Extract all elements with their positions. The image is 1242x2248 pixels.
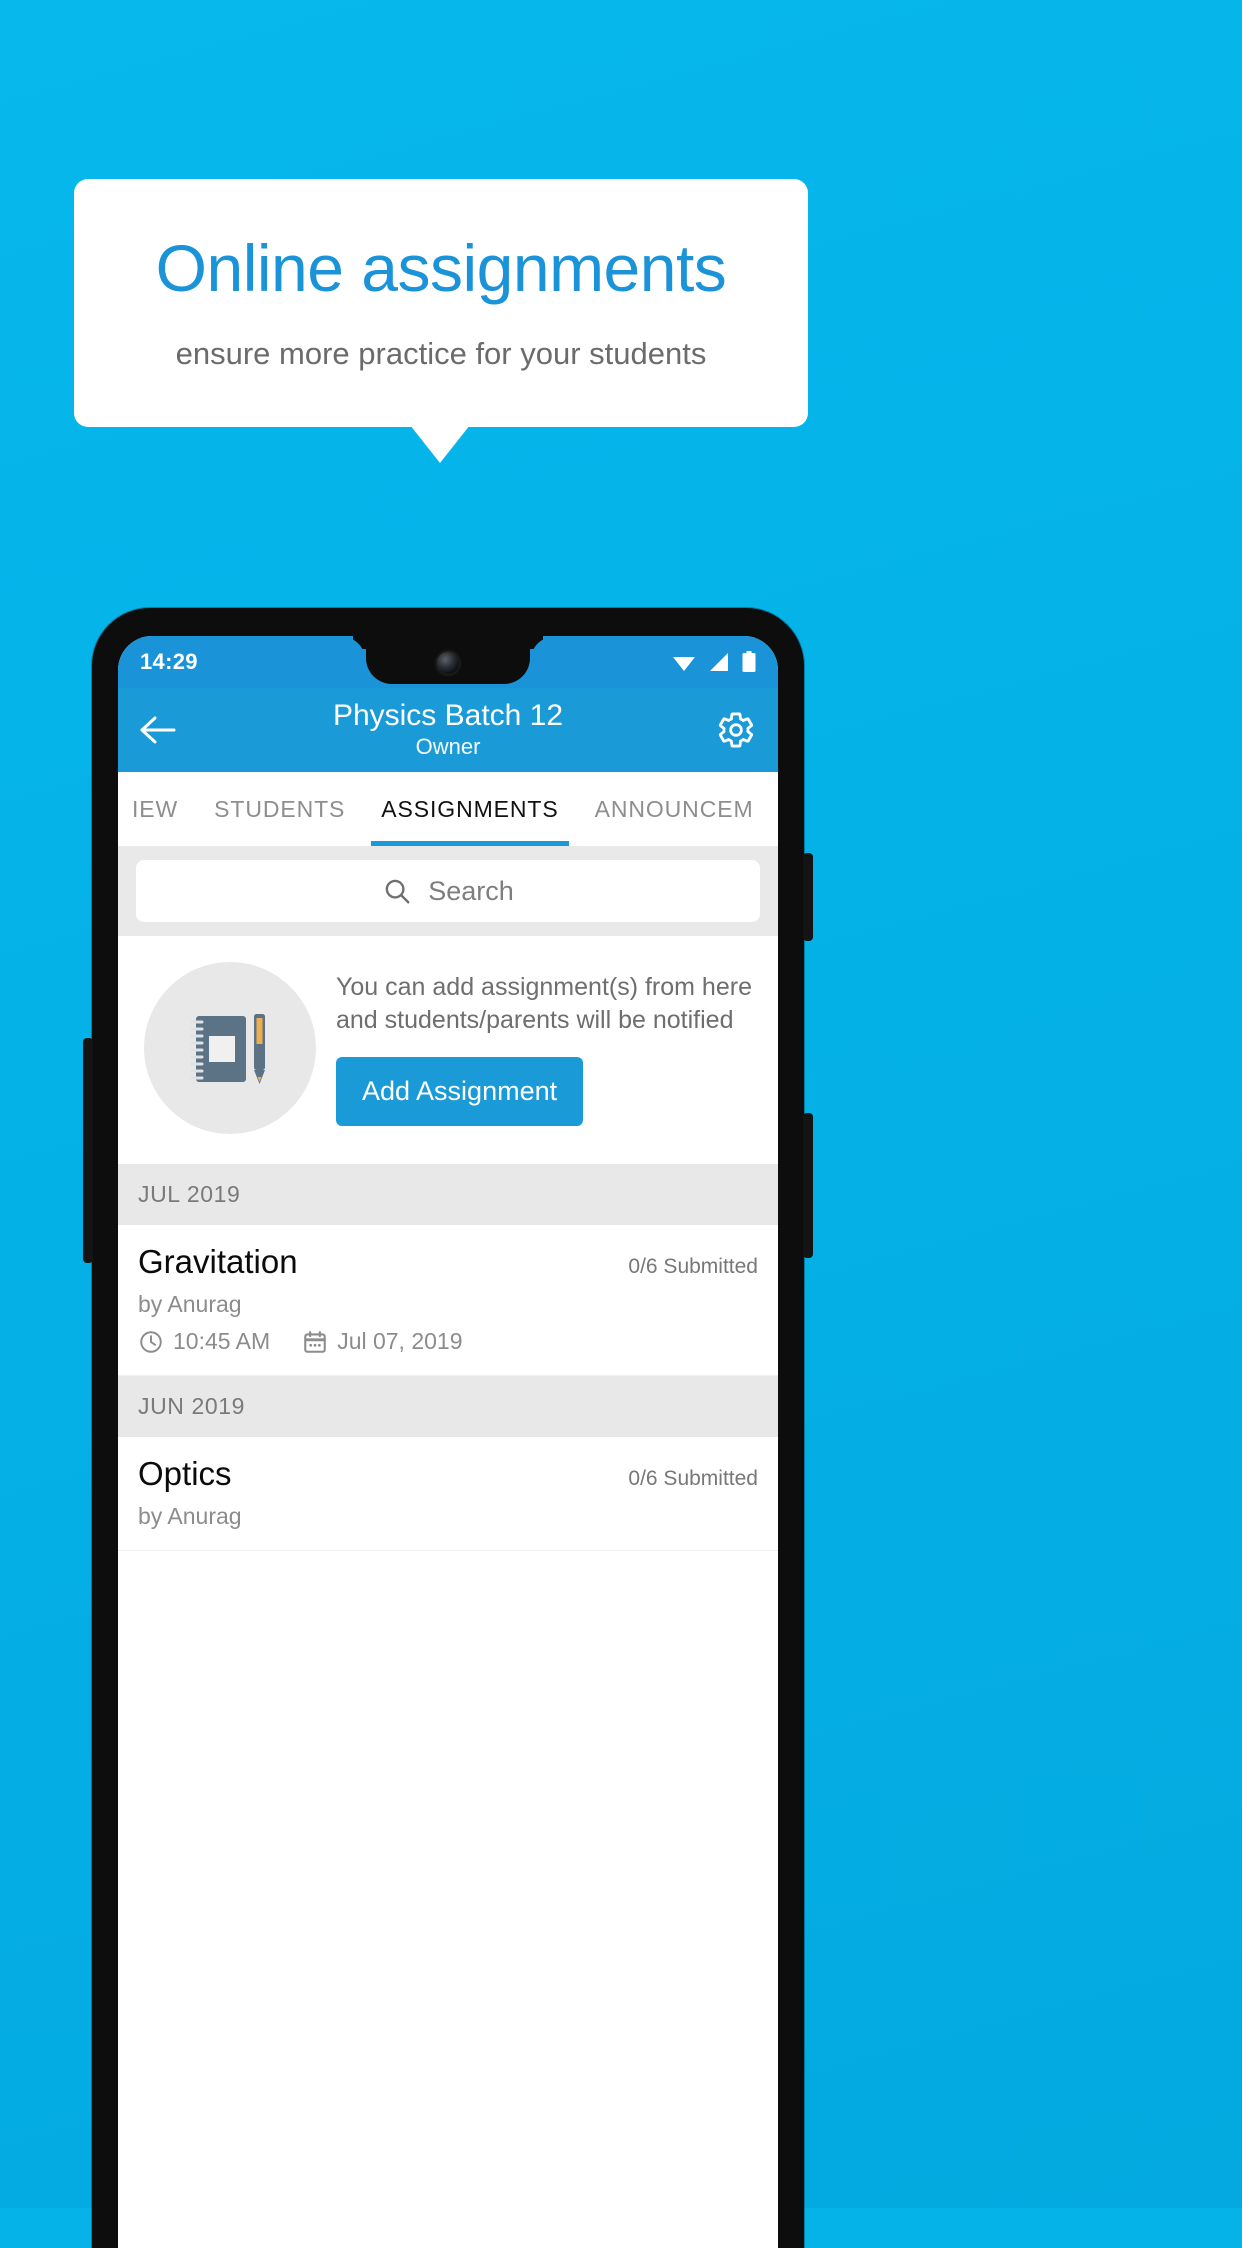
- assignment-row[interactable]: Optics 0/6 Submitted by Anurag: [118, 1437, 778, 1551]
- signal-icon: [708, 652, 730, 672]
- assignment-submitted-count: 0/6 Submitted: [628, 1255, 758, 1278]
- assignment-author: by Anurag: [138, 1291, 242, 1317]
- power-button[interactable]: [803, 853, 813, 941]
- promo-callout: Online assignments ensure more practice …: [74, 179, 808, 427]
- search-section: Search: [118, 846, 778, 936]
- tab-assignments[interactable]: ASSIGNMENTS: [363, 772, 576, 846]
- assignment-title: Gravitation: [138, 1243, 298, 1280]
- page-title: Physics Batch 12: [332, 698, 564, 732]
- callout-tail: [410, 425, 470, 463]
- phone-frame: 14:29 Physics Batch 12 Owner IEW STUDENT…: [83, 608, 813, 2248]
- promo-title: Online assignments: [155, 230, 727, 305]
- gear-icon: [716, 710, 756, 750]
- assignment-row-top: Optics 0/6 Submitted: [138, 1455, 758, 1493]
- tab-students[interactable]: STUDENTS: [196, 772, 363, 846]
- assignment-meta: 10:45 AM Jul 07, 2019: [138, 1328, 758, 1355]
- search-placeholder: Search: [428, 875, 514, 906]
- assignment-row[interactable]: Gravitation 0/6 Submitted by Anurag 10:4…: [118, 1225, 778, 1376]
- clock-icon: [138, 1329, 164, 1355]
- app-bar: Physics Batch 12 Owner: [118, 688, 778, 772]
- section-header-jul: JUL 2019: [118, 1164, 778, 1225]
- assignment-submitted-count: 0/6 Submitted: [628, 1467, 758, 1490]
- add-assignment-button[interactable]: Add Assignment: [336, 1056, 584, 1126]
- back-arrow-icon: [140, 715, 178, 745]
- empty-state-content: You can add assignment(s) from here and …: [336, 971, 760, 1126]
- calendar-icon: [302, 1329, 328, 1355]
- empty-state: You can add assignment(s) from here and …: [118, 936, 778, 1164]
- display-notch: [366, 636, 530, 684]
- front-camera: [437, 652, 459, 674]
- side-button[interactable]: [83, 1038, 93, 1263]
- settings-button[interactable]: [716, 710, 756, 750]
- assignment-time: 10:45 AM: [173, 1328, 271, 1354]
- volume-button[interactable]: [803, 1113, 813, 1258]
- assignment-title: Optics: [138, 1455, 232, 1492]
- assignment-author: by Anurag: [138, 1503, 242, 1529]
- page-subtitle: Owner: [415, 733, 481, 759]
- battery-icon: [742, 651, 756, 673]
- assignment-row-top: Gravitation 0/6 Submitted: [138, 1243, 758, 1281]
- assignment-date: Jul 07, 2019: [337, 1328, 463, 1354]
- app-bar-titles: Physics Batch 12 Owner: [118, 699, 778, 761]
- search-input[interactable]: Search: [136, 860, 760, 922]
- tab-bar: IEW STUDENTS ASSIGNMENTS ANNOUNCEM: [118, 772, 778, 846]
- status-bar: 14:29: [118, 636, 778, 688]
- tab-overview[interactable]: IEW: [118, 772, 196, 846]
- empty-state-message: You can add assignment(s) from here and …: [336, 972, 752, 1034]
- phone-screen: 14:29 Physics Batch 12 Owner IEW STUDENT…: [118, 636, 778, 2248]
- section-header-jun: JUN 2019: [118, 1376, 778, 1437]
- status-icons: [672, 651, 756, 673]
- tab-announcements[interactable]: ANNOUNCEM: [577, 772, 772, 846]
- notebook-pen-icon: [178, 996, 282, 1100]
- status-time: 14:29: [140, 649, 198, 674]
- search-icon: [382, 876, 412, 906]
- promo-subtitle: ensure more practice for your students: [175, 336, 707, 372]
- wifi-icon: [672, 652, 696, 672]
- back-button[interactable]: [140, 715, 178, 745]
- empty-state-illustration: [144, 962, 316, 1134]
